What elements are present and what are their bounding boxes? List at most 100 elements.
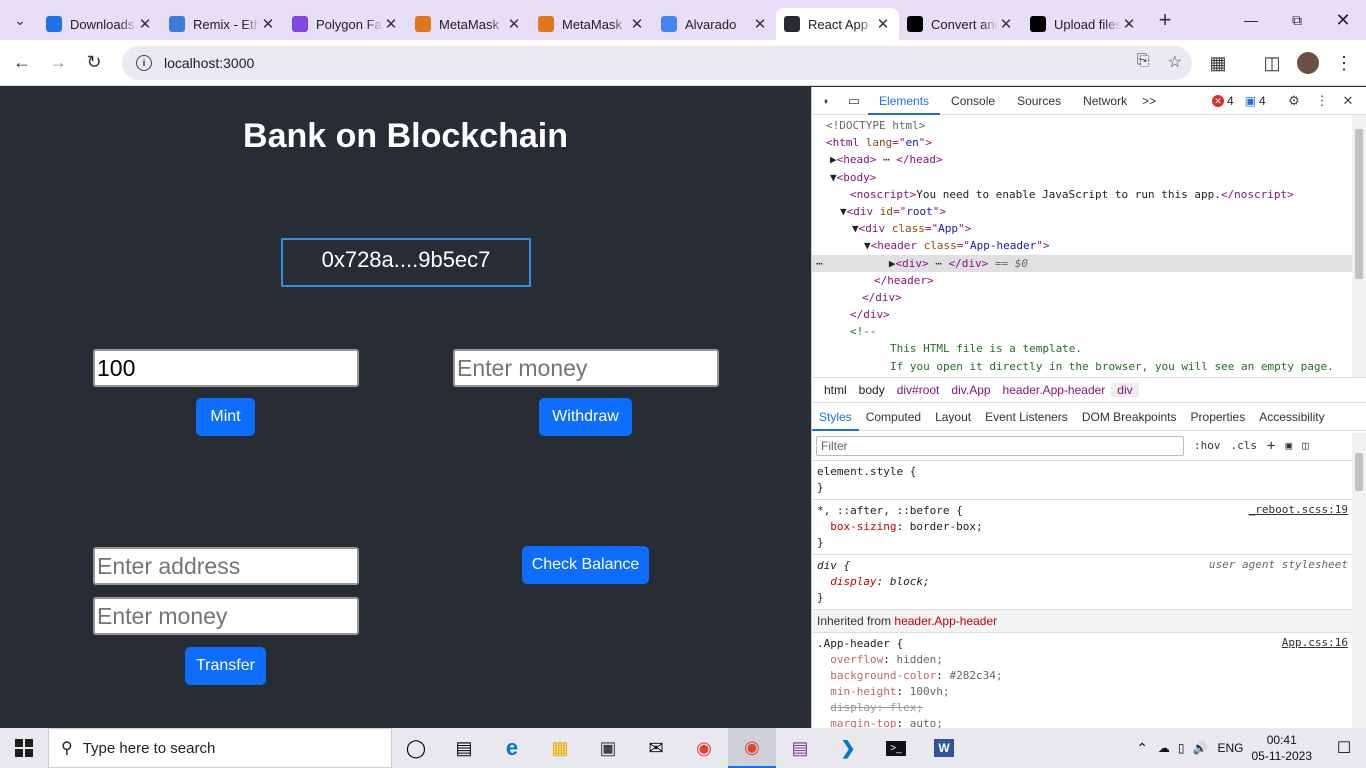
tab-accessibility[interactable]: Accessibility: [1252, 403, 1331, 431]
taskbar-search[interactable]: ⚲ Type here to search: [48, 728, 392, 768]
hov-toggle[interactable]: :hov: [1194, 439, 1221, 452]
browser-tab[interactable]: Remix - Ethereum IDE✕: [161, 8, 284, 40]
style-declaration[interactable]: min-height: 100vh;: [817, 684, 1362, 700]
transfer-address-input[interactable]: Enter address: [93, 547, 359, 585]
tab-styles[interactable]: Styles: [812, 403, 859, 431]
rule-element-style[interactable]: element.style { }: [812, 461, 1366, 500]
browser-tab[interactable]: Upload files ✕: [1022, 8, 1145, 40]
inspect-element-icon[interactable]: ⬪: [812, 87, 840, 115]
browser-tab[interactable]: MetaMask ✕: [530, 8, 653, 40]
chrome-profile-icon[interactable]: ◉: [728, 728, 776, 768]
menu-dots-icon[interactable]: ⋮: [1326, 45, 1362, 81]
battery-icon[interactable]: ▯: [1178, 741, 1185, 755]
tab-console[interactable]: Console: [940, 87, 1006, 115]
bookmark-star-icon[interactable]: ☆: [1168, 52, 1182, 72]
dom-node-html[interactable]: <html lang="en">: [812, 134, 1366, 151]
new-rule-icon[interactable]: +: [1267, 438, 1275, 454]
style-declaration[interactable]: display: flex;: [817, 700, 1362, 716]
browser-tab[interactable]: Alvarado ✕: [653, 8, 776, 40]
tab-event-listeners[interactable]: Event Listeners: [978, 403, 1075, 431]
dom-scrollbar[interactable]: [1352, 115, 1366, 377]
show-hidden-icons[interactable]: ⌃: [1136, 740, 1148, 757]
dom-node-noscript[interactable]: <noscript>You need to enable JavaScript …: [812, 186, 1366, 203]
dom-scroll-thumb[interactable]: [1355, 129, 1363, 279]
close-tab-icon[interactable]: ✕: [875, 15, 891, 33]
reload-icon[interactable]: ↻: [76, 45, 112, 81]
profile-avatar[interactable]: [1297, 52, 1319, 74]
close-window-icon[interactable]: ✕: [1320, 0, 1366, 40]
settings-gear-icon[interactable]: ⚙: [1280, 87, 1308, 115]
close-tab-icon[interactable]: ✕: [998, 15, 1014, 33]
store-icon[interactable]: ▣: [584, 728, 632, 768]
network-icon[interactable]: ☁: [1158, 741, 1170, 755]
tab-dom-breakpoints[interactable]: DOM Breakpoints: [1075, 403, 1184, 431]
close-tab-icon[interactable]: ✕: [752, 15, 768, 33]
crumb-app[interactable]: div.App: [945, 383, 996, 397]
app-header-source-link[interactable]: App.css:16: [1282, 636, 1348, 649]
restore-icon[interactable]: ⧉: [1274, 0, 1320, 40]
clock[interactable]: 00:41 05-11-2023: [1252, 732, 1313, 764]
withdraw-amount-input[interactable]: Enter money: [453, 349, 719, 387]
word-icon[interactable]: W: [920, 728, 968, 768]
vscode-icon[interactable]: ❯: [824, 728, 872, 768]
crumb-header[interactable]: header.App-header: [997, 383, 1112, 397]
winrar-icon[interactable]: ▤: [776, 728, 824, 768]
close-tab-icon[interactable]: ✕: [1121, 15, 1137, 33]
tab-properties[interactable]: Properties: [1184, 403, 1253, 431]
dom-tree[interactable]: <!DOCTYPE html> <html lang="en"> ▶<head>…: [812, 115, 1366, 377]
universal-source-link[interactable]: _reboot.scss:19: [1249, 503, 1348, 516]
notifications-icon[interactable]: ☐: [1322, 738, 1366, 758]
styles-scroll-thumb[interactable]: [1355, 453, 1363, 491]
crumb-root[interactable]: div#root: [891, 383, 946, 397]
style-declaration[interactable]: overflow: hidden;: [817, 652, 1362, 668]
close-tab-icon[interactable]: ✕: [629, 15, 645, 33]
tab-search-icon[interactable]: ⌄: [6, 6, 34, 34]
dom-node-app[interactable]: ▼<div class="App">: [812, 220, 1366, 237]
transfer-amount-input[interactable]: Enter money: [93, 597, 359, 635]
close-devtools-icon[interactable]: ✕: [1334, 87, 1362, 115]
browser-tab[interactable]: Convert and...✕: [899, 8, 1022, 40]
crumb-div[interactable]: div: [1111, 383, 1139, 397]
computed-sidebar-icon[interactable]: ◫: [1302, 439, 1309, 452]
dom-node-body[interactable]: ▼<body>: [812, 169, 1366, 186]
device-toolbar-icon[interactable]: ▭: [840, 87, 868, 115]
close-tab-icon[interactable]: ✕: [260, 15, 276, 33]
tab-elements[interactable]: Elements: [868, 87, 941, 115]
forward-icon[interactable]: →: [40, 45, 76, 81]
tab-network[interactable]: Network: [1072, 87, 1138, 115]
crumb-body[interactable]: body: [853, 383, 891, 397]
edge-icon[interactable]: e: [488, 728, 536, 768]
site-info-icon[interactable]: i: [136, 55, 152, 71]
dom-node-root[interactable]: ▼<div id="root">: [812, 203, 1366, 220]
new-tab-button[interactable]: +: [1151, 6, 1179, 34]
close-tab-icon[interactable]: ✕: [137, 15, 153, 33]
style-declaration[interactable]: background-color: #282c34;: [817, 668, 1362, 684]
minimize-icon[interactable]: —: [1228, 0, 1274, 40]
rule-universal[interactable]: *, ::after, ::before { box-sizing: borde…: [812, 500, 1366, 555]
browser-tab[interactable]: Polygon Faucet✕: [284, 8, 407, 40]
browser-tab[interactable]: React App ✕: [776, 8, 899, 40]
mail-icon[interactable]: ✉: [632, 728, 680, 768]
close-tab-icon[interactable]: ✕: [383, 15, 399, 33]
install-app-icon[interactable]: ⎘: [1137, 52, 1150, 72]
file-explorer-icon[interactable]: ▦: [536, 728, 584, 768]
terminal-icon[interactable]: >_: [872, 728, 920, 768]
mint-amount-input[interactable]: 100: [93, 349, 359, 387]
browser-tab[interactable]: Downloads ✕: [38, 8, 161, 40]
browser-tab[interactable]: MetaMask ✕: [407, 8, 530, 40]
rule-div[interactable]: div { display: block; } user agent style…: [812, 555, 1366, 610]
more-tabs-icon[interactable]: >>: [1138, 87, 1160, 115]
withdraw-button[interactable]: Withdraw: [539, 398, 632, 436]
volume-icon[interactable]: 🔊: [1193, 741, 1208, 755]
extensions-icon[interactable]: ▦: [1200, 45, 1236, 81]
dom-node-header[interactable]: ▼<header class="App-header">: [812, 237, 1366, 254]
devtools-menu-icon[interactable]: ⋮: [1308, 87, 1336, 115]
language-indicator[interactable]: ENG: [1217, 741, 1243, 755]
back-icon[interactable]: ←: [4, 45, 40, 81]
tab-sources[interactable]: Sources: [1006, 87, 1072, 115]
tab-computed[interactable]: Computed: [859, 403, 928, 431]
inherited-from-link[interactable]: header.App-header: [894, 614, 997, 628]
chrome-icon[interactable]: ◉: [680, 728, 728, 768]
mint-button[interactable]: Mint: [196, 398, 255, 436]
tab-layout[interactable]: Layout: [928, 403, 978, 431]
